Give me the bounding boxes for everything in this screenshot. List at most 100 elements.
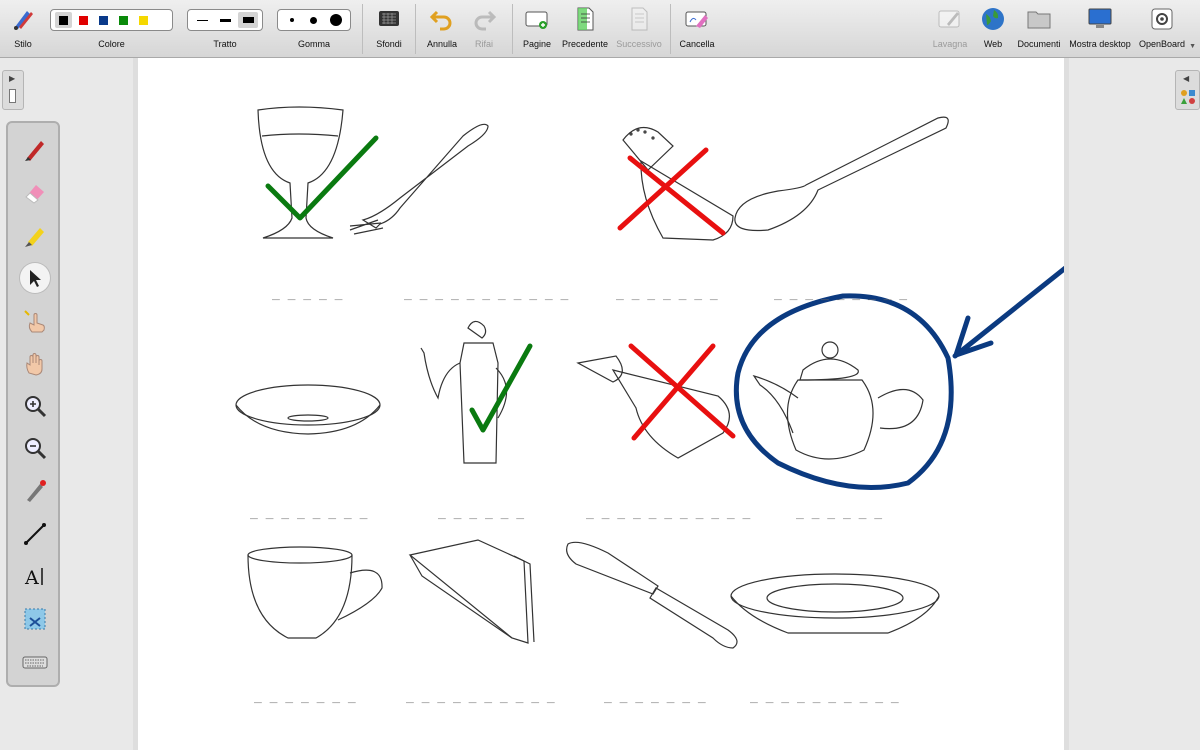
settings-icon xyxy=(1151,8,1173,30)
tool-palette: A xyxy=(6,121,60,687)
text-tool[interactable]: A xyxy=(20,561,50,591)
answer-blank: _ _ _ _ _ _ _ _ _ _ xyxy=(406,689,555,704)
zoom-out-icon xyxy=(25,438,47,460)
svg-text:A: A xyxy=(24,567,39,589)
marker-tool[interactable] xyxy=(20,221,50,251)
red-cross-mark xyxy=(628,343,736,441)
answer-blank: _ _ _ _ _ _ _ xyxy=(254,689,356,704)
soup-plate-illustration xyxy=(730,573,940,634)
stroke-thick-icon xyxy=(242,17,254,23)
blue-arrow-mark xyxy=(952,265,1064,359)
documents-button[interactable]: Documenti xyxy=(1017,6,1061,52)
answer-blank: _ _ _ _ _ _ _ xyxy=(616,286,718,301)
grid-background-icon xyxy=(379,11,399,26)
library-icon xyxy=(1181,90,1195,104)
color-green[interactable] xyxy=(115,12,132,28)
pen-icon xyxy=(25,141,44,161)
color-swatch xyxy=(119,15,128,25)
sugar-dispenser-illustration xyxy=(576,355,730,459)
show-desktop-button[interactable]: Mostra desktop xyxy=(1069,6,1131,52)
color-label: Colore xyxy=(98,39,125,49)
worksheet-drawing xyxy=(235,106,1064,649)
previous-page-button[interactable]: Precedente xyxy=(562,6,608,52)
answer-blank: _ _ _ _ _ _ xyxy=(438,505,525,520)
selector-tool[interactable] xyxy=(20,263,50,293)
page-thumbnails-icon xyxy=(9,89,16,103)
whiteboard-page[interactable]: _ _ _ _ _ _ _ _ _ _ _ _ _ _ _ _ _ _ _ _ … xyxy=(133,58,1069,750)
dot-small-icon xyxy=(289,18,294,22)
pages-button[interactable]: Pagine xyxy=(522,6,552,52)
line-icon xyxy=(24,523,46,545)
clear-page-button[interactable]: Cancella xyxy=(679,6,715,52)
color-black[interactable] xyxy=(55,12,72,28)
left-panel-toggle[interactable]: ▶ xyxy=(2,70,24,110)
redo-icon xyxy=(474,10,497,31)
stroke-medium[interactable] xyxy=(215,12,235,28)
answer-blank: _ _ _ _ _ xyxy=(272,286,343,301)
clear-page-icon xyxy=(685,11,708,28)
eraser-small[interactable] xyxy=(282,12,301,28)
napkin-illustration xyxy=(408,539,535,644)
color-blue[interactable] xyxy=(95,12,112,28)
eraser-icon xyxy=(25,185,44,204)
hand-tool[interactable] xyxy=(20,349,50,379)
next-page-button[interactable]: Successivo xyxy=(616,6,662,52)
cup-illustration xyxy=(247,546,383,639)
color-yellow[interactable] xyxy=(135,12,152,28)
green-check-mark xyxy=(265,135,379,221)
pen-tool[interactable] xyxy=(20,135,50,165)
dot-medium-icon xyxy=(310,16,318,24)
right-panel-toggle[interactable]: ◀ xyxy=(1175,70,1200,110)
expand-arrow-icon: ▶ xyxy=(9,74,16,83)
board-icon xyxy=(938,10,960,28)
monitor-icon xyxy=(1088,8,1112,28)
eraser-selector xyxy=(277,9,351,31)
red-cross-mark xyxy=(617,147,726,236)
color-selector xyxy=(50,9,173,31)
saucer-illustration xyxy=(235,384,381,435)
chevron-down-icon[interactable]: ▼ xyxy=(1189,43,1196,50)
pages-icon xyxy=(525,11,548,29)
stylus-button[interactable]: Stilo xyxy=(8,6,38,52)
keyboard-icon xyxy=(22,656,48,669)
capture-tool[interactable] xyxy=(20,604,50,634)
answer-blank: _ _ _ _ _ _ xyxy=(796,505,883,520)
color-swatch xyxy=(99,15,108,25)
green-check-mark xyxy=(469,343,533,433)
globe-icon xyxy=(982,8,1004,30)
collapse-arrow-icon: ◀ xyxy=(1183,74,1190,83)
stroke-thin-icon xyxy=(196,19,208,21)
stroke-selector xyxy=(187,9,263,31)
virtual-keyboard-tool[interactable] xyxy=(20,647,50,677)
arrow-cursor-icon xyxy=(30,270,41,287)
interactor-tool[interactable] xyxy=(20,306,50,336)
stroke-label: Tratto xyxy=(213,39,237,49)
eraser-large[interactable] xyxy=(327,12,346,28)
dot-large-icon xyxy=(330,14,343,26)
stylus-icon xyxy=(14,11,33,30)
answer-blank: _ _ _ _ _ _ _ _ _ _ _ xyxy=(404,286,569,301)
text-icon: A xyxy=(24,567,43,589)
knife-illustration xyxy=(566,541,738,649)
laser-pointer-tool[interactable] xyxy=(20,476,50,506)
color-swatch xyxy=(139,15,148,25)
zoom-out-tool[interactable] xyxy=(20,433,50,463)
backgrounds-button[interactable]: Sfondi xyxy=(374,6,404,52)
folder-icon xyxy=(1027,11,1051,29)
salt-shaker-illustration xyxy=(622,126,734,241)
eraser-tool[interactable] xyxy=(20,178,50,208)
redo-button[interactable]: Rifai xyxy=(469,6,499,52)
eraser-medium[interactable] xyxy=(304,12,323,28)
stroke-thick[interactable] xyxy=(238,12,258,28)
line-tool[interactable] xyxy=(20,519,50,549)
teapot-illustration xyxy=(752,341,924,460)
zoom-in-icon xyxy=(25,396,47,418)
openboard-menu-button[interactable]: OpenBoard xyxy=(1139,6,1185,52)
zoom-in-tool[interactable] xyxy=(20,391,50,421)
laser-pointer-icon xyxy=(27,480,46,502)
stroke-thin[interactable] xyxy=(192,12,212,28)
eraser-label: Gomma xyxy=(297,39,330,49)
coffee-pot-illustration xyxy=(420,320,508,464)
highlighter-icon xyxy=(25,228,44,247)
color-red[interactable] xyxy=(75,12,92,28)
